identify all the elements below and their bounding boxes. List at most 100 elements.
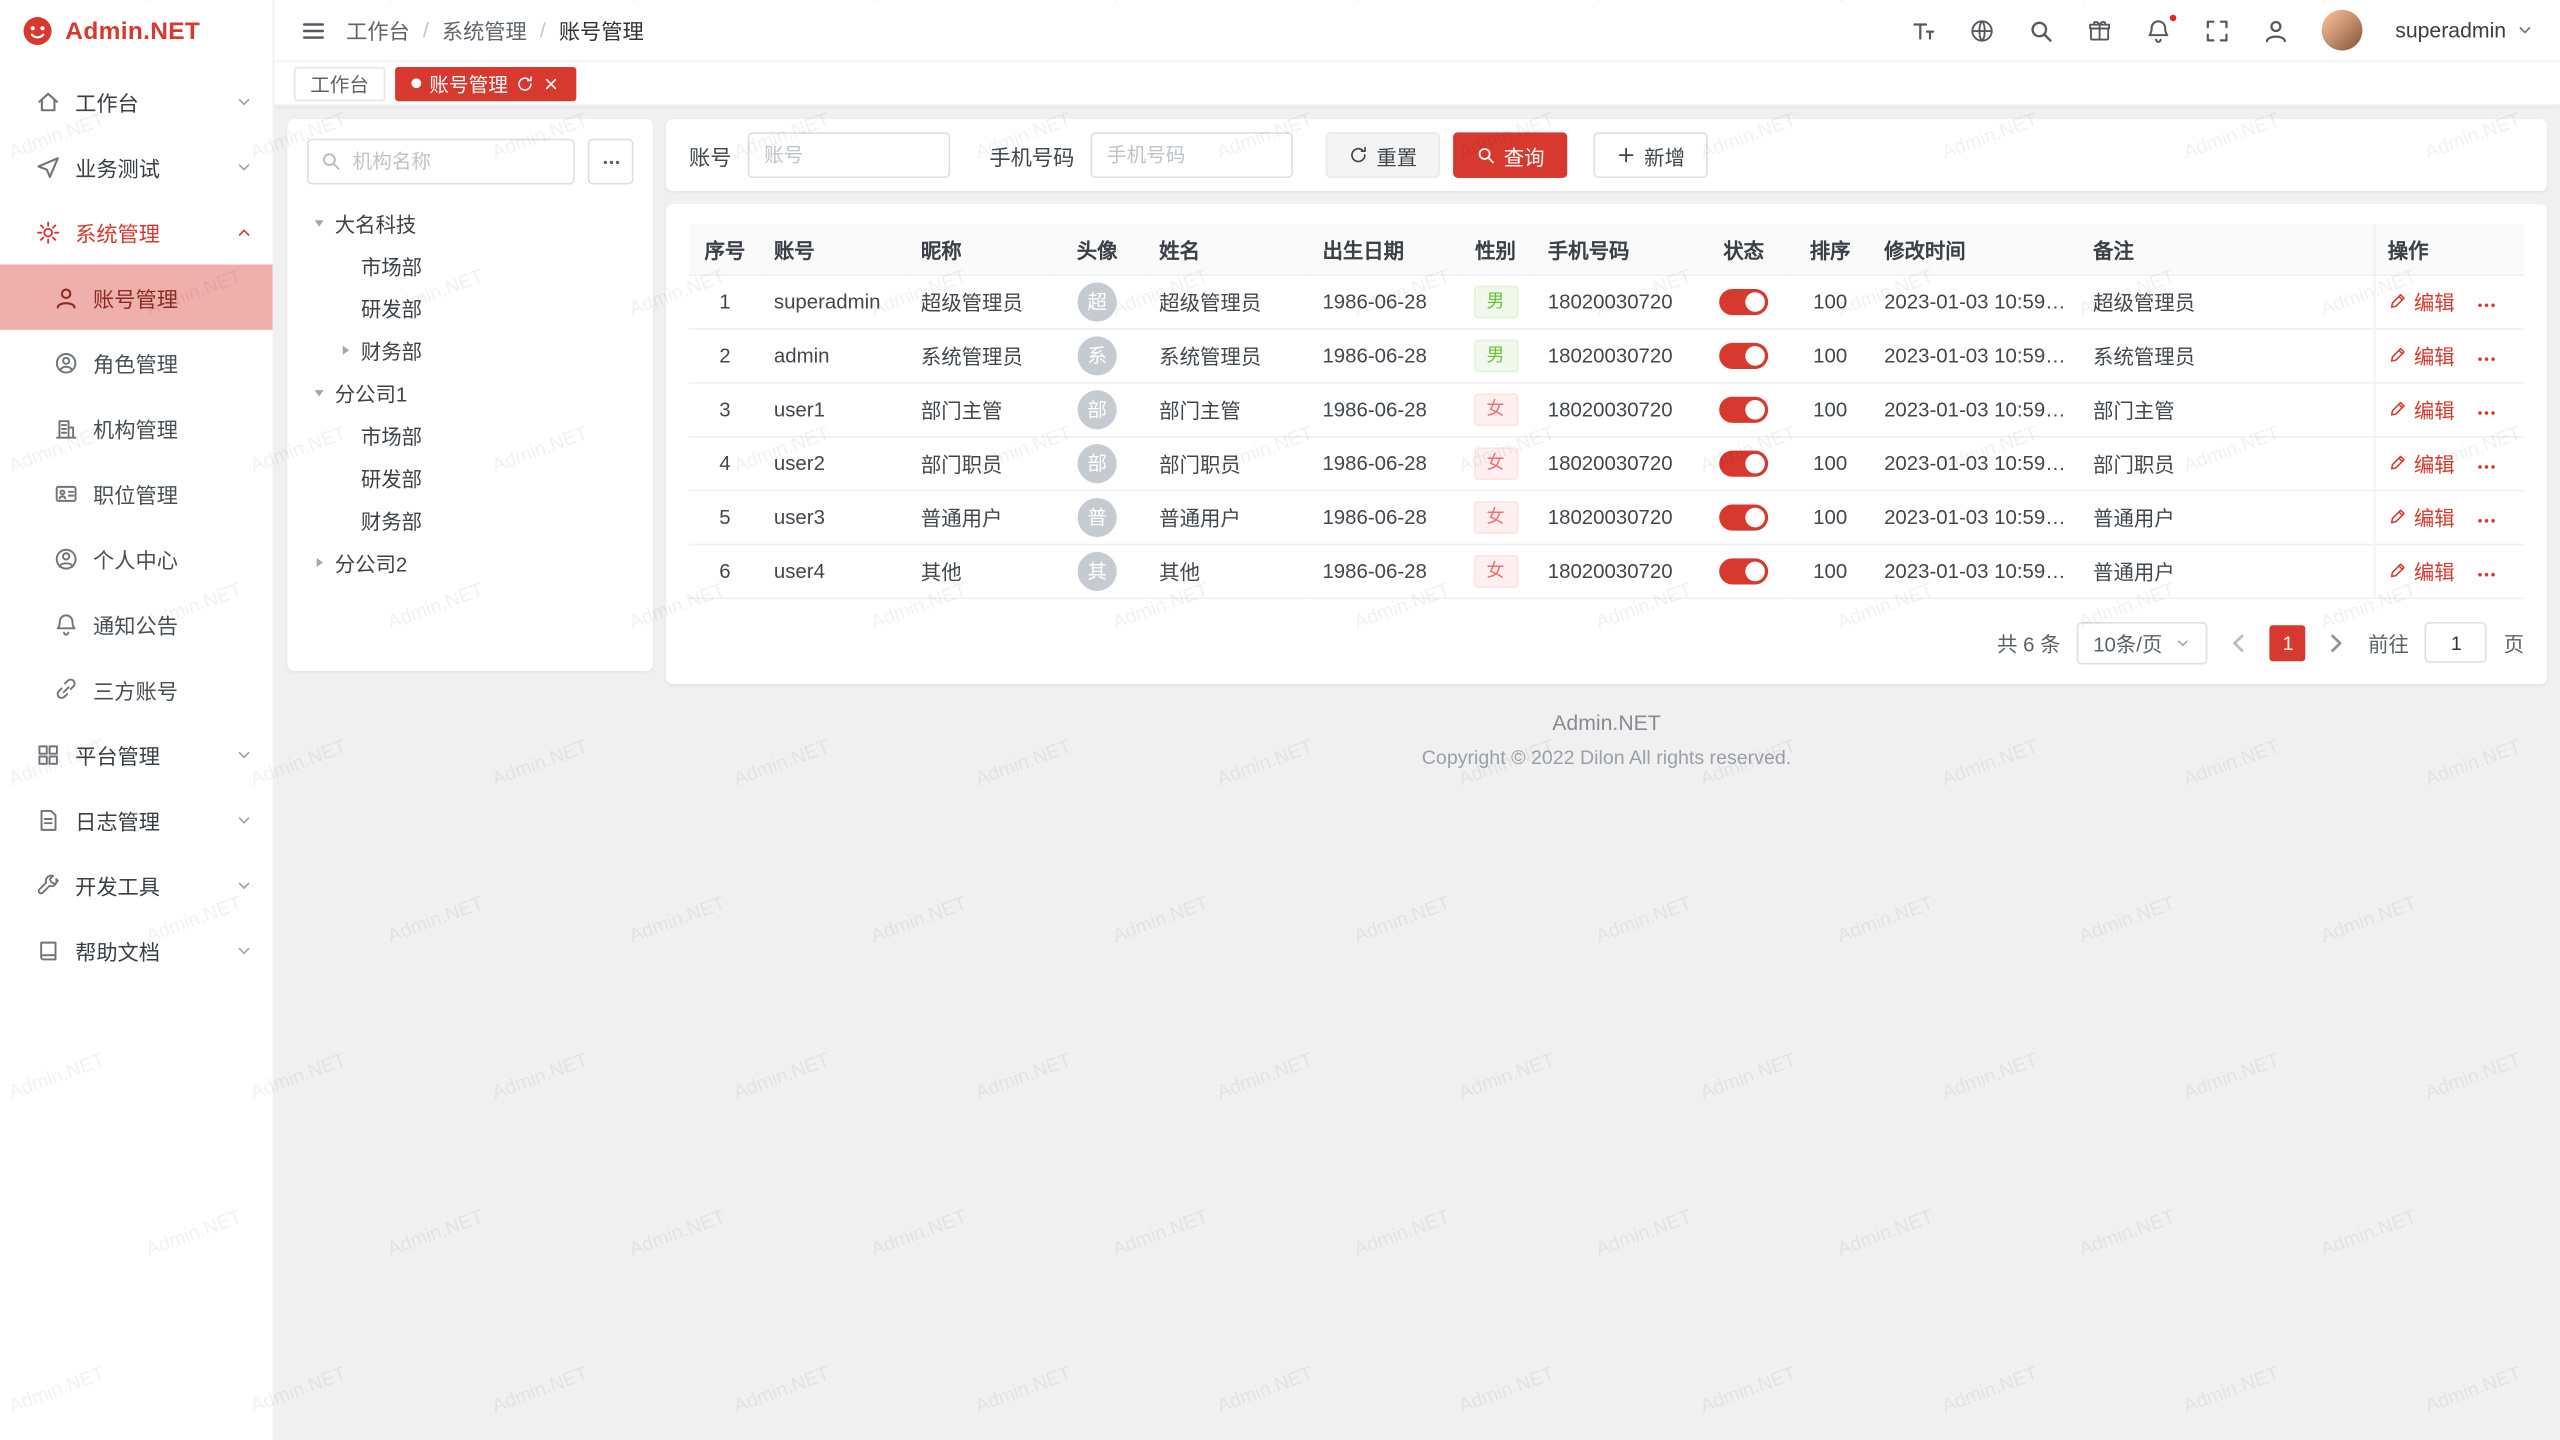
sidebar-item[interactable]: 开发工具 [0, 852, 273, 917]
tree-node[interactable]: 市场部 [307, 243, 634, 285]
tree-caret-spacer [333, 423, 356, 446]
search-icon[interactable] [2028, 17, 2054, 43]
cell-index: 4 [689, 436, 761, 490]
tree-node[interactable]: 市场部 [307, 413, 634, 455]
cell-phone: 18020030720 [1535, 436, 1698, 490]
more-actions-button[interactable] [2474, 402, 2497, 425]
edit-button[interactable]: 编辑 [2388, 501, 2455, 532]
close-icon[interactable] [542, 74, 560, 92]
status-toggle[interactable] [1719, 558, 1768, 584]
tree-expand-icon[interactable] [307, 211, 330, 234]
sidebar-item[interactable]: 帮助文档 [0, 918, 273, 983]
user-dropdown[interactable]: superadmin [2395, 18, 2534, 42]
page-size-select[interactable]: 10条/页 [2077, 621, 2208, 663]
logo[interactable]: Admin.NET [0, 0, 273, 62]
prev-page-button[interactable] [2224, 628, 2253, 657]
tab-workbench[interactable]: 工作台 [294, 66, 385, 100]
cell-birth: 1986-06-28 [1309, 382, 1456, 436]
breadcrumb-separator: / [540, 18, 546, 42]
chevron-down-icon [235, 941, 253, 959]
goto-page-input[interactable] [2425, 622, 2487, 663]
cell-name: 部门职员 [1146, 436, 1309, 490]
cell-remark: 普通用户 [2080, 490, 2374, 544]
font-size-icon[interactable] [1910, 17, 1936, 43]
phone-input[interactable] [1091, 132, 1293, 178]
tree-expand-icon[interactable] [333, 338, 356, 361]
sidebar-item[interactable]: 日志管理 [0, 787, 273, 852]
tree-node[interactable]: 财务部 [307, 498, 634, 540]
more-actions-button[interactable] [2474, 563, 2497, 586]
cell-op: 编辑 [2374, 382, 2524, 436]
status-toggle[interactable] [1719, 396, 1768, 422]
breadcrumb-item[interactable]: 工作台 [346, 15, 410, 46]
tree-node[interactable]: 分公司2 [307, 540, 634, 582]
edit-button[interactable]: 编辑 [2388, 555, 2455, 586]
status-toggle[interactable] [1719, 504, 1768, 530]
more-actions-button[interactable] [2474, 294, 2497, 317]
sidebar-item[interactable]: 职位管理 [0, 460, 273, 525]
sidebar-item[interactable]: 三方账号 [0, 656, 273, 721]
cell-nickname: 部门职员 [908, 436, 1048, 490]
tree-expand-icon[interactable] [307, 380, 330, 403]
reset-button[interactable]: 重置 [1326, 132, 1440, 178]
tree-more-button[interactable] [588, 139, 634, 185]
tree-expand-icon[interactable] [307, 550, 330, 573]
user-icon[interactable] [2263, 17, 2289, 43]
gift-icon[interactable] [2087, 17, 2113, 43]
tree-node-label: 大名科技 [335, 207, 417, 238]
more-actions-button[interactable] [2474, 456, 2497, 479]
more-icon [600, 151, 621, 172]
page-number-current[interactable]: 1 [2270, 624, 2306, 660]
globe-icon[interactable] [1969, 17, 1995, 43]
tree-node[interactable]: 大名科技 [307, 201, 634, 243]
edit-button[interactable]: 编辑 [2388, 286, 2455, 317]
cell-gender: 女 [1456, 490, 1534, 544]
status-toggle[interactable] [1719, 342, 1768, 368]
breadcrumb-item[interactable]: 系统管理 [442, 15, 527, 46]
avatar[interactable] [2322, 10, 2363, 51]
tree-node[interactable]: 财务部 [307, 328, 634, 370]
tab-account-active[interactable]: 账号管理 [395, 66, 576, 100]
profile-icon [54, 546, 78, 570]
edit-button[interactable]: 编辑 [2388, 447, 2455, 478]
bell-icon[interactable] [2145, 17, 2171, 43]
cell-nickname: 部门主管 [908, 382, 1048, 436]
total-count: 共 6 条 [1997, 627, 2061, 658]
tree-node[interactable]: 研发部 [307, 286, 634, 328]
cell-sort: 100 [1789, 274, 1871, 328]
sidebar-item[interactable]: 角色管理 [0, 330, 273, 395]
query-button[interactable]: 查询 [1453, 132, 1567, 178]
column-header: 操作 [2374, 224, 2524, 275]
sidebar-item[interactable]: 系统管理 [0, 199, 273, 264]
add-button[interactable]: 新增 [1594, 132, 1708, 178]
next-page-button[interactable] [2322, 628, 2351, 657]
sidebar-item[interactable]: 通知公告 [0, 591, 273, 656]
idcard-icon [54, 481, 78, 505]
edit-button[interactable]: 编辑 [2388, 339, 2455, 370]
sidebar-item[interactable]: 业务测试 [0, 134, 273, 199]
status-toggle[interactable] [1719, 450, 1768, 476]
more-actions-button[interactable] [2474, 348, 2497, 371]
sidebar-item-label: 系统管理 [75, 216, 160, 247]
cell-index: 5 [689, 490, 761, 544]
sidebar-item[interactable]: 机构管理 [0, 395, 273, 460]
account-input[interactable] [748, 132, 950, 178]
cell-account: user3 [761, 490, 908, 544]
edit-button[interactable]: 编辑 [2388, 393, 2455, 424]
status-toggle[interactable] [1719, 288, 1768, 314]
tree-node[interactable]: 研发部 [307, 456, 634, 498]
sidebar-item[interactable]: 账号管理 [0, 264, 273, 329]
org-search-input[interactable] [307, 139, 575, 185]
row-avatar: 其 [1078, 551, 1117, 590]
tree-node[interactable]: 分公司1 [307, 371, 634, 413]
cell-nickname: 系统管理员 [908, 328, 1048, 382]
more-actions-button[interactable] [2474, 510, 2497, 533]
row-avatar: 超 [1078, 282, 1117, 321]
column-header: 账号 [761, 224, 908, 275]
fullscreen-icon[interactable] [2204, 17, 2230, 43]
sidebar-item[interactable]: 个人中心 [0, 526, 273, 591]
refresh-icon[interactable] [516, 74, 534, 92]
sidebar-item[interactable]: 平台管理 [0, 722, 273, 787]
menu-collapse-icon[interactable] [300, 17, 326, 43]
sidebar-item[interactable]: 工作台 [0, 69, 273, 134]
